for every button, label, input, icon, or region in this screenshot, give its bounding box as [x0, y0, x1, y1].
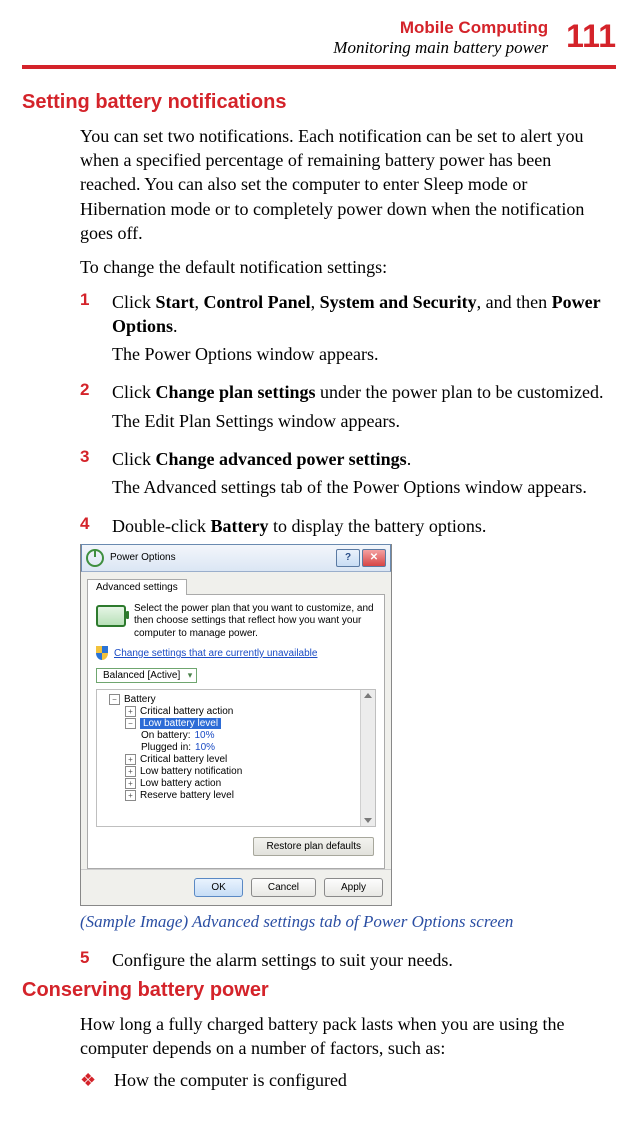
step-result: The Power Options window appears. — [112, 342, 608, 366]
tab-advanced-settings[interactable]: Advanced settings — [87, 579, 187, 595]
ok-button[interactable]: OK — [194, 878, 242, 897]
step-result: The Advanced settings tab of the Power O… — [112, 475, 608, 499]
step-number: 4 — [80, 514, 98, 538]
settings-tree[interactable]: −Battery +Critical battery action −Low b… — [96, 689, 376, 827]
tree-node-battery[interactable]: Battery — [124, 694, 156, 705]
power-options-dialog-sample: Power Options ? ✕ Advanced settings Sele… — [80, 544, 608, 907]
tree-node[interactable]: Critical battery action — [140, 706, 233, 717]
page-number: 111 — [566, 18, 616, 52]
step-number: 5 — [80, 948, 98, 972]
ui-term: Change advanced power settings — [156, 449, 407, 469]
expand-icon[interactable]: + — [125, 754, 136, 765]
tree-node[interactable]: Low battery notification — [140, 766, 242, 777]
scrollbar[interactable] — [360, 690, 375, 826]
ui-term: Control Panel — [204, 292, 311, 312]
step-2: 2 Click Change plan settings under the p… — [80, 380, 608, 441]
section-subtitle: Monitoring main battery power — [333, 38, 548, 58]
help-button[interactable]: ? — [336, 549, 360, 567]
bullet-item: ❖ How the computer is configured — [80, 1070, 608, 1091]
bullet-icon: ❖ — [80, 1070, 98, 1091]
heading-setting-battery-notifications: Setting battery notifications — [22, 91, 616, 114]
expand-icon[interactable]: + — [125, 778, 136, 789]
heading-conserving-battery-power: Conserving battery power — [22, 979, 616, 1002]
ui-term: System and Security — [320, 292, 477, 312]
apply-button[interactable]: Apply — [324, 878, 383, 897]
step-text: Click — [112, 449, 156, 469]
collapse-icon[interactable]: − — [109, 694, 120, 705]
step-5: 5 Configure the alarm settings to suit y… — [80, 948, 608, 972]
intro-paragraph: You can set two notifications. Each noti… — [80, 124, 608, 245]
dialog-titlebar: Power Options ? ✕ — [81, 544, 391, 572]
shield-icon — [96, 646, 108, 660]
battery-icon — [96, 605, 126, 627]
uac-settings-link[interactable]: Change settings that are currently unava… — [96, 646, 376, 660]
collapse-icon[interactable]: − — [125, 718, 136, 729]
step-text: Configure the alarm settings to suit you… — [112, 948, 608, 972]
power-icon — [86, 549, 104, 567]
dialog-description: Select the power plan that you want to c… — [134, 603, 376, 641]
tree-value-label: Plugged in: — [141, 742, 191, 753]
tree-value-link[interactable]: 10% — [195, 742, 215, 753]
restore-plan-defaults-button[interactable]: Restore plan defaults — [253, 837, 374, 856]
step-3: 3 Click Change advanced power settings. … — [80, 447, 608, 508]
tree-node-selected[interactable]: Low battery level — [140, 718, 221, 729]
step-1: 1 Click Start, Control Panel, System and… — [80, 290, 608, 375]
expand-icon[interactable]: + — [125, 790, 136, 801]
tree-node[interactable]: Reserve battery level — [140, 790, 234, 801]
lead-paragraph: To change the default notification setti… — [80, 255, 608, 279]
expand-icon[interactable]: + — [125, 766, 136, 777]
figure-caption: (Sample Image) Advanced settings tab of … — [80, 912, 608, 932]
ui-term: Start — [156, 292, 195, 312]
chapter-title: Mobile Computing — [333, 18, 548, 38]
step-text: Click — [112, 292, 156, 312]
page-header: Mobile Computing Monitoring main battery… — [22, 16, 616, 59]
link-text: Change settings that are currently unava… — [114, 648, 317, 659]
step-text: Double-click — [112, 516, 210, 536]
dialog-title: Power Options — [110, 552, 176, 563]
ui-term: Change plan settings — [156, 382, 316, 402]
conserve-intro-paragraph: How long a fully charged battery pack la… — [80, 1012, 608, 1061]
step-text: Click — [112, 382, 156, 402]
power-plan-dropdown[interactable]: Balanced [Active] — [96, 668, 197, 683]
step-number: 2 — [80, 380, 98, 441]
cancel-button[interactable]: Cancel — [251, 878, 316, 897]
step-number: 1 — [80, 290, 98, 375]
step-number: 3 — [80, 447, 98, 508]
tree-node[interactable]: Low battery action — [140, 778, 221, 789]
expand-icon[interactable]: + — [125, 706, 136, 717]
tree-node[interactable]: Critical battery level — [140, 754, 227, 765]
step-result: The Edit Plan Settings window appears. — [112, 409, 608, 433]
bullet-text: How the computer is configured — [114, 1070, 347, 1091]
header-rule — [22, 65, 616, 69]
close-button[interactable]: ✕ — [362, 549, 386, 567]
tree-value-label: On battery: — [141, 730, 190, 741]
ui-term: Battery — [210, 516, 268, 536]
tree-value-link[interactable]: 10% — [194, 730, 214, 741]
step-4: 4 Double-click Battery to display the ba… — [80, 514, 608, 538]
